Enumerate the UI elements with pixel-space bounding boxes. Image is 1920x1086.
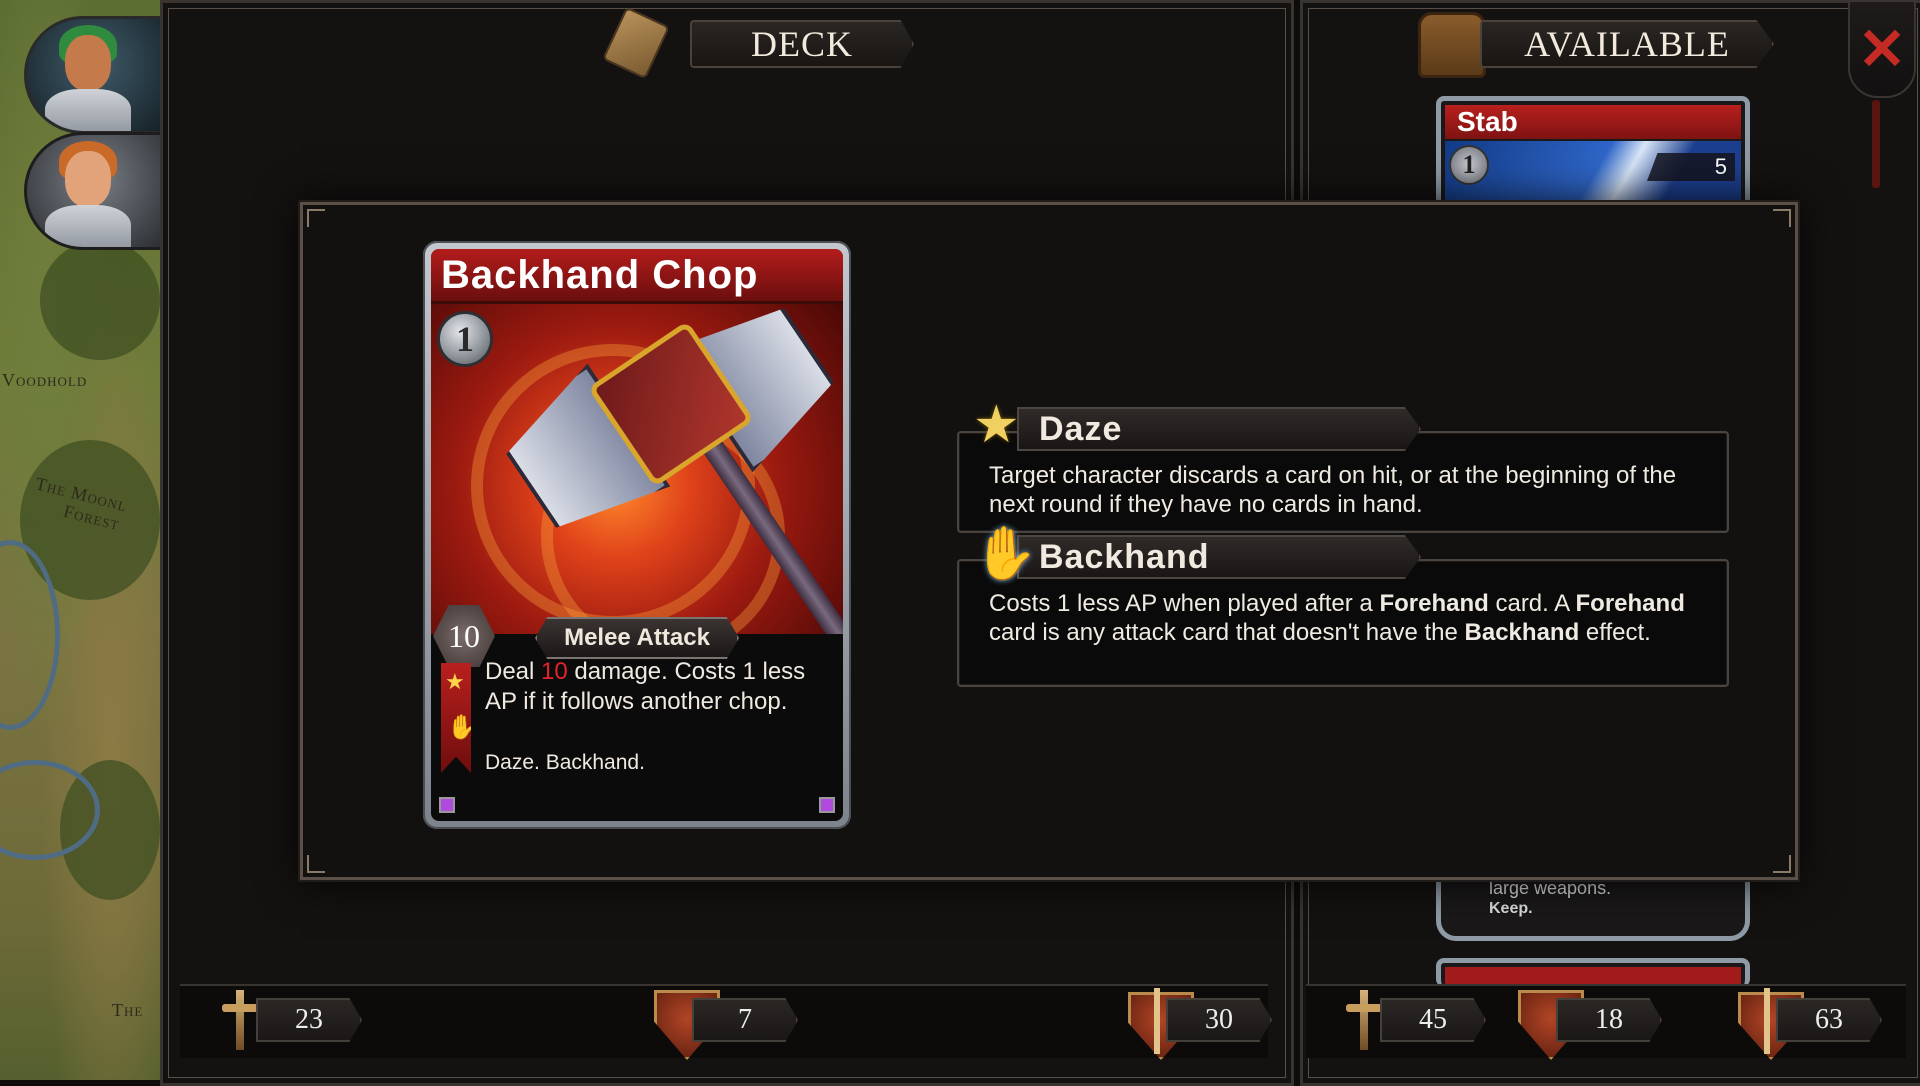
shield-sword-icon bbox=[1126, 988, 1172, 1054]
gem-icon bbox=[439, 797, 455, 813]
backhand-hand-icon: ✋ bbox=[447, 714, 477, 741]
card-text: large weapons. bbox=[1489, 878, 1612, 898]
sword-icon bbox=[1340, 988, 1386, 1052]
available-scrollbar[interactable] bbox=[1872, 100, 1880, 188]
card-backhand-chop[interactable]: Backhand Chop 1 10 Melee Attack ★ ✋ Deal… bbox=[423, 241, 851, 829]
keyword-title: Backhand bbox=[1017, 535, 1421, 579]
sword-icon bbox=[216, 988, 262, 1052]
card-title: Stab bbox=[1445, 105, 1741, 139]
stat-value: 45 bbox=[1380, 998, 1486, 1042]
available-title: AVAILABLE bbox=[1480, 20, 1774, 68]
available-defense-stat: 18 bbox=[1516, 988, 1662, 1052]
stat-value: 63 bbox=[1776, 998, 1882, 1042]
portrait-armor bbox=[45, 89, 131, 131]
frame-corner bbox=[1773, 855, 1791, 873]
available-card-2[interactable]: large weapons. Keep. bbox=[1436, 876, 1750, 941]
portrait-armor bbox=[45, 205, 131, 247]
card-cost-badge: 1 bbox=[1449, 145, 1489, 185]
card-cost-badge: 1 bbox=[437, 311, 493, 367]
card-type-tag: Melee Attack bbox=[535, 617, 739, 659]
card-art-axe bbox=[431, 304, 843, 634]
party-portrait-1[interactable] bbox=[24, 16, 160, 134]
card-face: Backhand Chop 1 10 Melee Attack ★ ✋ Deal… bbox=[431, 249, 843, 821]
card-effect-ribbon: ★ ✋ bbox=[441, 663, 471, 773]
frame-corner bbox=[307, 209, 325, 227]
stat-value: 30 bbox=[1166, 998, 1272, 1042]
deck-attack-stat: 23 bbox=[216, 988, 362, 1052]
stat-value: 18 bbox=[1556, 998, 1662, 1042]
chest-icon bbox=[1418, 12, 1486, 78]
deck-title: DECK bbox=[690, 20, 914, 68]
daze-star-icon: ★ bbox=[445, 669, 465, 694]
keyword-description: Target character discards a card on hit,… bbox=[989, 462, 1677, 518]
available-attack-stat: 45 bbox=[1340, 988, 1486, 1052]
gem-icon bbox=[819, 797, 835, 813]
portrait-face bbox=[65, 35, 111, 91]
keyword-daze: Daze ★ Target character discards a card … bbox=[957, 396, 1729, 533]
shield-sword-icon bbox=[1736, 988, 1782, 1054]
stat-value: 7 bbox=[692, 998, 798, 1042]
card-keywords: Daze. Backhand. bbox=[485, 751, 645, 774]
card-detail-modal: Backhand Chop 1 10 Melee Attack ★ ✋ Deal… bbox=[300, 202, 1798, 880]
keyword-backhand: Backhand ✋ Costs 1 less AP when played a… bbox=[957, 525, 1729, 687]
available-card-3[interactable] bbox=[1436, 958, 1750, 987]
card-keywords: Keep. bbox=[1489, 900, 1533, 917]
deck-defense-stat: 7 bbox=[652, 988, 798, 1052]
available-card-stab[interactable]: Stab 1 5 bbox=[1436, 96, 1750, 216]
card-damage-value: 5 bbox=[1647, 153, 1735, 181]
world-map: Voodhold The Moonl Forest The bbox=[0, 0, 160, 1080]
card-description: Deal 10 damage. Costs 1 less AP if it fo… bbox=[485, 658, 806, 715]
close-button[interactable]: ✕ bbox=[1848, 0, 1916, 98]
frame-corner bbox=[307, 855, 325, 873]
hand-icon: ✋ bbox=[973, 525, 1038, 583]
shield-icon bbox=[652, 988, 698, 1052]
map-label-the: The bbox=[112, 1000, 144, 1020]
portrait-face bbox=[65, 151, 111, 207]
card-title: Backhand Chop bbox=[431, 249, 843, 304]
deck-total-stat: 30 bbox=[1126, 988, 1272, 1054]
keyword-description: Costs 1 less AP when played after a Fore… bbox=[989, 590, 1685, 646]
map-label-voodhold: Voodhold bbox=[2, 370, 88, 390]
stat-value: 23 bbox=[256, 998, 362, 1042]
frame-corner bbox=[1773, 209, 1791, 227]
keyword-title: Daze bbox=[1017, 407, 1421, 451]
party-portrait-2[interactable] bbox=[24, 132, 160, 250]
star-icon: ★ bbox=[973, 396, 1020, 454]
available-total-stat: 63 bbox=[1736, 988, 1882, 1054]
shield-icon bbox=[1516, 988, 1562, 1052]
